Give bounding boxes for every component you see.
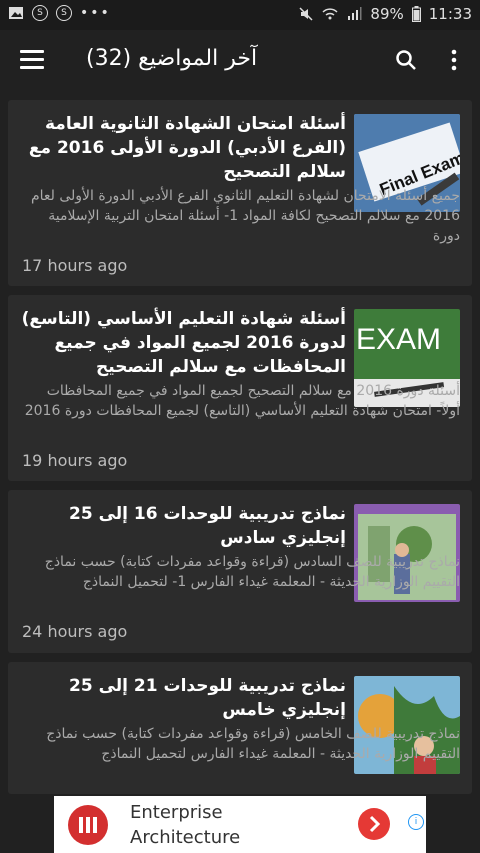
more-vert-icon[interactable] [448,48,460,72]
post-title[interactable]: أسئلة امتحان الشهادة الثانوية العامة (ال… [20,112,346,184]
post-title[interactable]: نماذج تدريبية للوحدات 21 إلى 25 إنجليزي … [20,674,346,722]
post-time: 17 hours ago [22,256,128,275]
post-time: 19 hours ago [22,451,128,470]
post-title[interactable]: أسئلة شهادة التعليم الأساسي (التاسع) لدو… [20,307,346,379]
post-snippet: أسئلة دورة 2016 مع سلالم التصحيح لجميع ا… [24,383,460,419]
ad-chevron-right-icon[interactable] [358,808,390,840]
ad-line-2: Architecture [130,827,241,848]
image-icon [9,7,23,19]
post-snippet: جميع أسئلة الامتحان لشهادة التعليم الثان… [30,188,460,244]
post-card[interactable]: نماذج تدريبية للوحدات 16 إلى 25 إنجليزي … [8,490,472,653]
menu-icon[interactable] [20,50,44,70]
s-icon: S [32,5,48,21]
ad-info-icon[interactable]: i [408,814,424,830]
search-icon[interactable] [394,48,418,72]
post-time: 24 hours ago [22,622,128,641]
page-title: آخر المواضيع (32) [86,46,258,71]
more-notifications-icon: ••• [80,5,111,21]
post-card[interactable]: نماذج تدريبية للوحدات 21 إلى 25 إنجليزي … [8,662,472,794]
wifi-icon [322,8,338,20]
s-icon: S [56,5,72,21]
signal-icon [348,7,362,20]
exam-thumb-text: EXAM [356,323,441,356]
ad-banner[interactable]: Enterprise Architecture i [54,796,426,853]
clock: 11:33 [428,5,472,23]
mute-icon [299,7,313,21]
post-card[interactable]: EXAM أسئلة شهادة التعليم الأساسي (التاسع… [8,295,472,481]
post-title[interactable]: نماذج تدريبية للوحدات 16 إلى 25 إنجليزي … [20,502,346,550]
app-bar: آخر المواضيع (32) [0,30,480,92]
ad-line-1: Enterprise [130,802,223,823]
battery-percent: 89% [370,5,404,23]
status-bar: S S ••• 89% 11:33 [0,0,480,30]
battery-icon [411,6,421,22]
ad-text: Enterprise Architecture [130,800,240,850]
post-snippet: نماذج تدريبية للصف السادس (قراءة وقواعد … [44,554,460,590]
ad-logo-icon [68,805,108,845]
post-card[interactable]: Final Exam أسئلة امتحان الشهادة الثانوية… [8,100,472,286]
post-snippet: نماذج تدريبية للصف الخامس (قراءة وقواعد … [46,726,460,762]
